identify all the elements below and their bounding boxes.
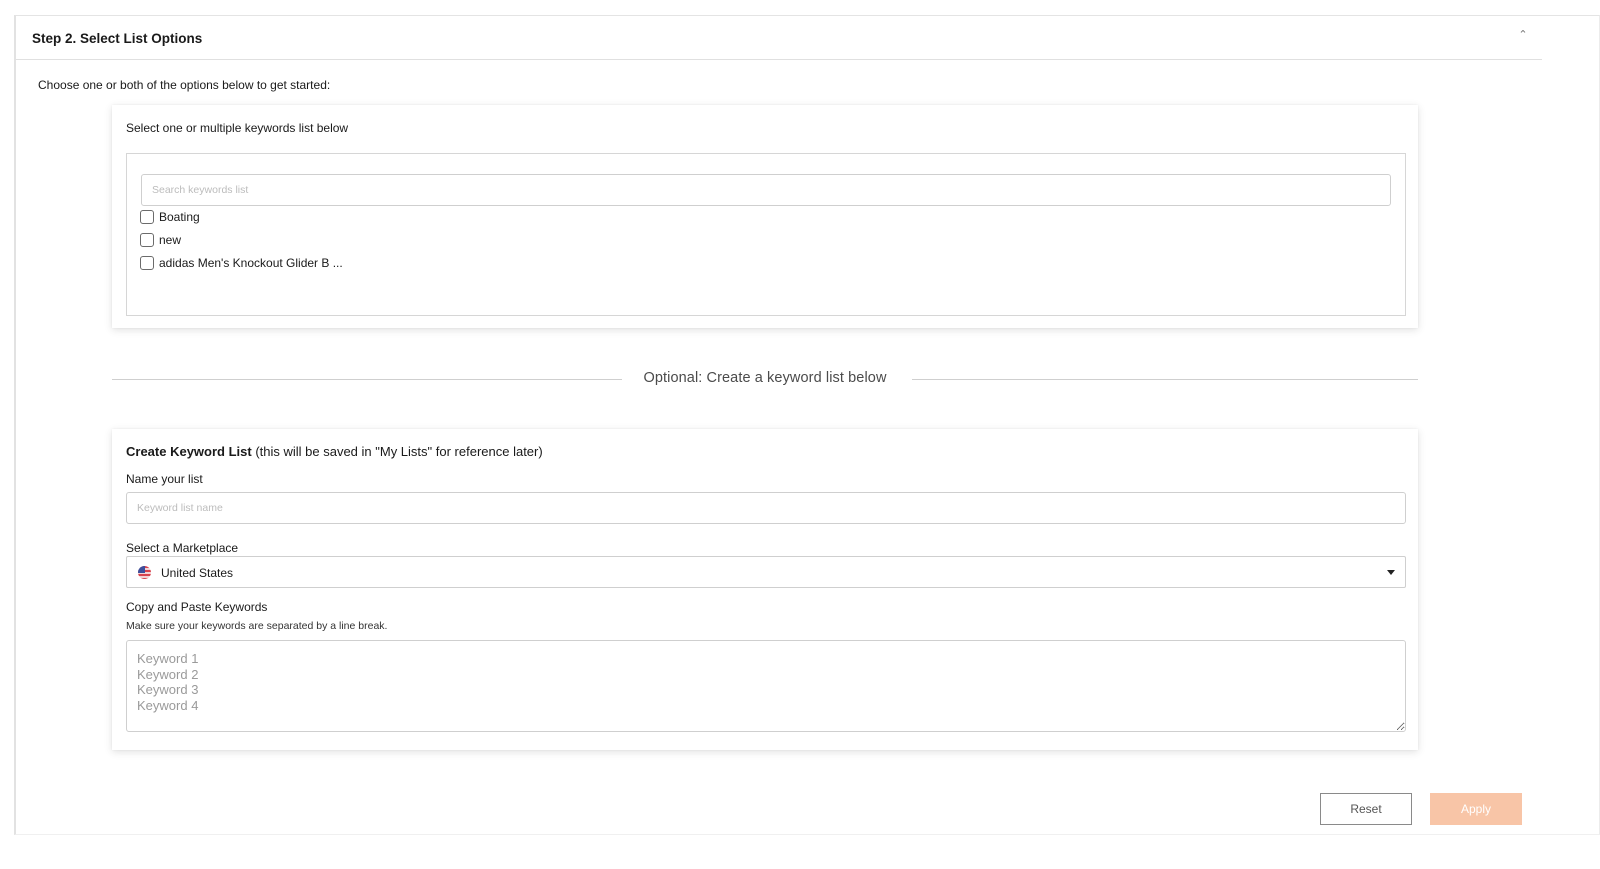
list-item[interactable]: adidas Men's Knockout Glider B ... [140, 254, 343, 272]
keywords-textarea[interactable] [126, 640, 1406, 732]
apply-button[interactable]: Apply [1430, 793, 1522, 825]
panel-title: Step 2. Select List Options [32, 31, 203, 46]
list-item[interactable]: new [140, 231, 181, 249]
keyword-lists-box: Boating new adidas Men's Knockout Glider… [126, 153, 1406, 316]
intro-text: Choose one or both of the options below … [38, 78, 331, 92]
keywords-label: Copy and Paste Keywords [126, 600, 268, 614]
optional-divider: Optional: Create a keyword list below [112, 369, 1418, 389]
checkbox[interactable] [140, 233, 154, 247]
create-list-title-bold: Create Keyword List [126, 444, 252, 459]
create-keyword-list-card: Create Keyword List (this will be saved … [112, 429, 1418, 750]
list-item[interactable]: Boating [140, 208, 200, 226]
select-keywords-title: Select one or multiple keywords list bel… [126, 121, 349, 135]
list-item-label: new [159, 233, 182, 247]
divider-text: Optional: Create a keyword list below [643, 370, 887, 386]
list-item-label: Boating [159, 210, 200, 224]
checkbox[interactable] [140, 256, 154, 270]
marketplace-label: Select a Marketplace [126, 541, 239, 555]
create-list-title: Create Keyword List (this will be saved … [126, 444, 543, 459]
keywords-help-text: Make sure your keywords are separated by… [126, 620, 388, 632]
marketplace-value: United States [161, 566, 234, 580]
checkbox[interactable] [140, 210, 154, 224]
select-keywords-card: Select one or multiple keywords list bel… [112, 105, 1418, 328]
us-flag-icon [138, 566, 151, 579]
marketplace-select[interactable]: United States [126, 556, 1406, 588]
caret-down-icon[interactable] [1387, 570, 1395, 575]
name-list-label: Name your list [126, 472, 203, 486]
list-item-label: adidas Men's Knockout Glider B ... [159, 256, 343, 270]
search-keywords-input[interactable] [141, 174, 1391, 206]
reset-button[interactable]: Reset [1320, 793, 1412, 825]
panel-header[interactable]: Step 2. Select List Options ⌃ [16, 16, 1542, 60]
keyword-list-name-input[interactable] [126, 492, 1406, 524]
create-list-title-note: (this will be saved in "My Lists" for re… [251, 444, 543, 459]
chevron-up-icon[interactable]: ⌃ [1516, 28, 1530, 42]
